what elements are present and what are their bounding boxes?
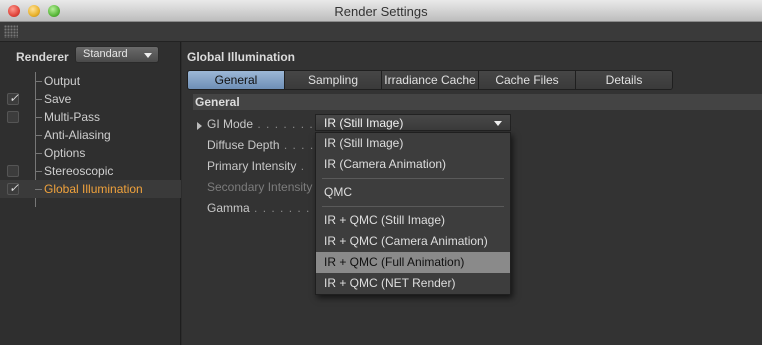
tab-cache-files[interactable]: Cache Files	[479, 71, 576, 89]
gamma-label: Gamma . . . . . . . . .	[207, 201, 328, 215]
leader-dots: . . . . . . . .	[253, 117, 323, 131]
tree-item-stereoscopic[interactable]: Stereoscopic	[0, 162, 181, 180]
stereoscopic-checkbox[interactable]	[7, 165, 19, 177]
settings-tree: Output ✓ Save Multi-Pass Anti-Aliasing O…	[0, 72, 181, 198]
gi-mode-label-text: GI Mode	[207, 117, 254, 131]
tree-item-label: Stereoscopic	[44, 164, 114, 178]
dropdown-option[interactable]: IR + QMC (Still Image)	[316, 210, 510, 231]
title-bar: Render Settings	[0, 0, 762, 22]
gamma-label-text: Gamma	[207, 201, 250, 215]
primary-intensity-label: Primary Intensity .	[207, 159, 305, 173]
chevron-down-icon	[144, 53, 152, 58]
settings-panel: Global Illumination General Sampling Irr…	[182, 42, 762, 345]
tree-item-options[interactable]: Options	[0, 144, 181, 162]
renderer-select-value: Standard	[83, 48, 128, 60]
chevron-down-icon	[494, 121, 502, 126]
gi-mode-dropdown-menu: IR (Still Image) IR (Camera Animation) Q…	[315, 132, 511, 295]
tree-branch	[35, 153, 42, 154]
tree-branch	[35, 171, 42, 172]
dropdown-option[interactable]: IR (Still Image)	[316, 133, 510, 154]
global-illumination-checkbox[interactable]: ✓	[7, 181, 20, 195]
tree-item-label: Options	[44, 146, 86, 160]
leader-dots: . . . .	[279, 138, 315, 152]
leader-dots: .	[296, 159, 306, 173]
renderer-label: Renderer	[16, 50, 69, 64]
menu-separator	[322, 178, 504, 179]
tree-item-output[interactable]: Output	[0, 72, 181, 90]
tree-branch	[35, 81, 42, 82]
multi-pass-checkbox[interactable]	[7, 111, 19, 123]
tree-item-label: Save	[44, 92, 72, 106]
tree-branch	[35, 135, 42, 136]
dropdown-option[interactable]: IR (Camera Animation)	[316, 154, 510, 175]
tree-item-save[interactable]: ✓ Save	[0, 90, 181, 108]
tree-item-label: Output	[44, 74, 81, 88]
tab-details[interactable]: Details	[576, 71, 672, 89]
checkmark-icon: ✓	[9, 181, 20, 195]
renderer-row: Renderer Standard	[0, 42, 181, 68]
tree-branch	[35, 117, 42, 118]
checkmark-icon: ✓	[9, 91, 20, 105]
dropdown-option-highlighted[interactable]: IR + QMC (Full Animation)	[316, 252, 510, 273]
tab-irradiance-cache[interactable]: Irradiance Cache	[382, 71, 479, 89]
tree-branch	[35, 189, 42, 190]
window-title: Render Settings	[334, 4, 428, 19]
tree-item-label: Multi-Pass	[44, 110, 101, 124]
general-group-header[interactable]: General	[193, 94, 762, 110]
primary-intensity-label-text: Primary Intensity	[207, 159, 297, 173]
tree-branch	[35, 99, 42, 100]
tree-item-label: Global Illumination	[44, 182, 143, 196]
menu-separator	[322, 206, 504, 207]
left-panel: Renderer Standard Output ✓ Save Multi-Pa…	[0, 42, 181, 345]
tab-general[interactable]: General	[188, 71, 285, 89]
secondary-intensity-label: Secondary Intensity	[207, 180, 312, 194]
tree-item-multi-pass[interactable]: Multi-Pass	[0, 108, 181, 126]
tab-bar: General Sampling Irradiance Cache Cache …	[187, 70, 673, 90]
tree-item-global-illumination[interactable]: ✓ Global Illumination	[0, 180, 181, 198]
tree-item-label: Anti-Aliasing	[44, 128, 111, 142]
section-title: Global Illumination	[187, 50, 295, 64]
renderer-select[interactable]: Standard	[75, 46, 159, 63]
secondary-intensity-label-text: Secondary Intensity	[207, 180, 313, 194]
expand-arrow-icon[interactable]	[197, 122, 202, 130]
tree-item-anti-aliasing[interactable]: Anti-Aliasing	[0, 126, 181, 144]
dropdown-option[interactable]: IR + QMC (NET Render)	[316, 273, 510, 294]
dropdown-option[interactable]: QMC	[316, 182, 510, 203]
grip-icon[interactable]	[4, 25, 18, 38]
gi-mode-select-value: IR (Still Image)	[324, 116, 404, 130]
toolbar	[0, 22, 762, 42]
gi-mode-select[interactable]: IR (Still Image)	[315, 114, 511, 131]
dropdown-option[interactable]: IR + QMC (Camera Animation)	[316, 231, 510, 252]
tab-sampling[interactable]: Sampling	[285, 71, 382, 89]
save-checkbox[interactable]: ✓	[7, 91, 20, 105]
diffuse-depth-label-text: Diffuse Depth	[207, 138, 280, 152]
diffuse-depth-label: Diffuse Depth . . . .	[207, 138, 314, 152]
gi-mode-label: GI Mode . . . . . . . .	[207, 117, 322, 131]
